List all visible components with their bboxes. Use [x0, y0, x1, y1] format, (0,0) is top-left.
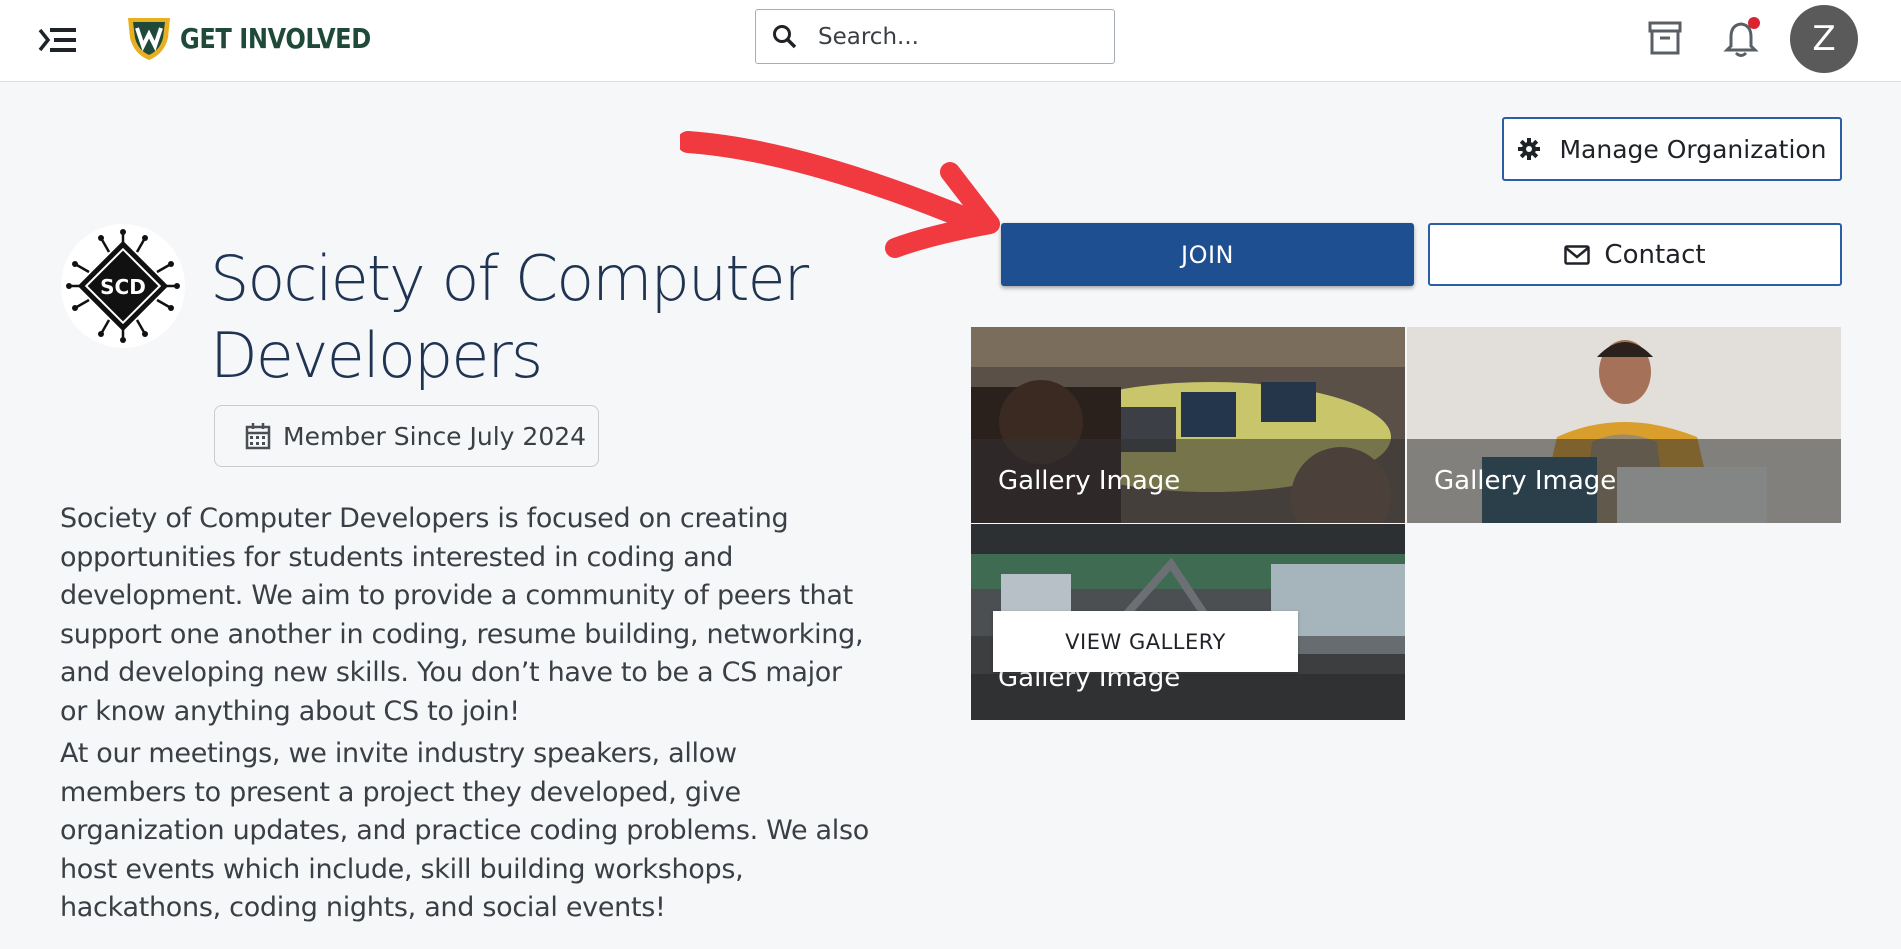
get-involved-logo[interactable]: GET INVOLVED [124, 12, 402, 64]
gallery-caption: Gallery Image [971, 439, 1405, 523]
contact-label: Contact [1604, 239, 1706, 270]
logo-text: GET INVOLVED [180, 21, 371, 55]
view-gallery-button[interactable]: VIEW GALLERY [993, 611, 1298, 672]
member-since-badge: Member Since July 2024 [214, 405, 599, 467]
organization-logo-text: SCD [100, 275, 146, 299]
gallery-image[interactable]: Gallery Image [1407, 327, 1841, 523]
organization-name: Society of Computer Developers [210, 242, 809, 392]
gallery-image[interactable]: Gallery Image [971, 327, 1405, 523]
search-bar[interactable] [755, 9, 1115, 64]
search-icon [773, 24, 797, 48]
organization-description: Society of Computer Developers is focuse… [60, 500, 870, 932]
search-input[interactable] [816, 22, 1100, 51]
manage-organization-label: Manage Organization [1559, 134, 1827, 164]
contact-button[interactable]: Contact [1428, 223, 1842, 286]
organization-logo: SCD [61, 224, 185, 348]
calendar-icon [245, 423, 271, 450]
description-paragraph: At our meetings, we invite industry spea… [60, 738, 869, 923]
view-gallery-label: VIEW GALLERY [1065, 629, 1226, 654]
avatar-initial: Z [1812, 19, 1836, 59]
notification-dot [1748, 17, 1760, 29]
join-label: JOIN [1181, 240, 1234, 269]
manage-organization-button[interactable]: Manage Organization [1502, 117, 1842, 181]
archive-icon[interactable] [1645, 18, 1685, 62]
top-navbar: GET INVOLVED Z [0, 0, 1901, 82]
gallery-caption: Gallery Image [1407, 439, 1841, 523]
description-paragraph: Society of Computer Developers is focuse… [60, 503, 864, 727]
envelope-icon [1564, 244, 1591, 265]
shield-logo-icon [128, 18, 170, 60]
member-since-text: Member Since July 2024 [283, 421, 587, 451]
menu-collapse-icon[interactable] [36, 20, 84, 60]
join-button[interactable]: JOIN [1001, 223, 1414, 286]
gear-icon [1518, 138, 1541, 160]
avatar[interactable]: Z [1790, 5, 1858, 73]
